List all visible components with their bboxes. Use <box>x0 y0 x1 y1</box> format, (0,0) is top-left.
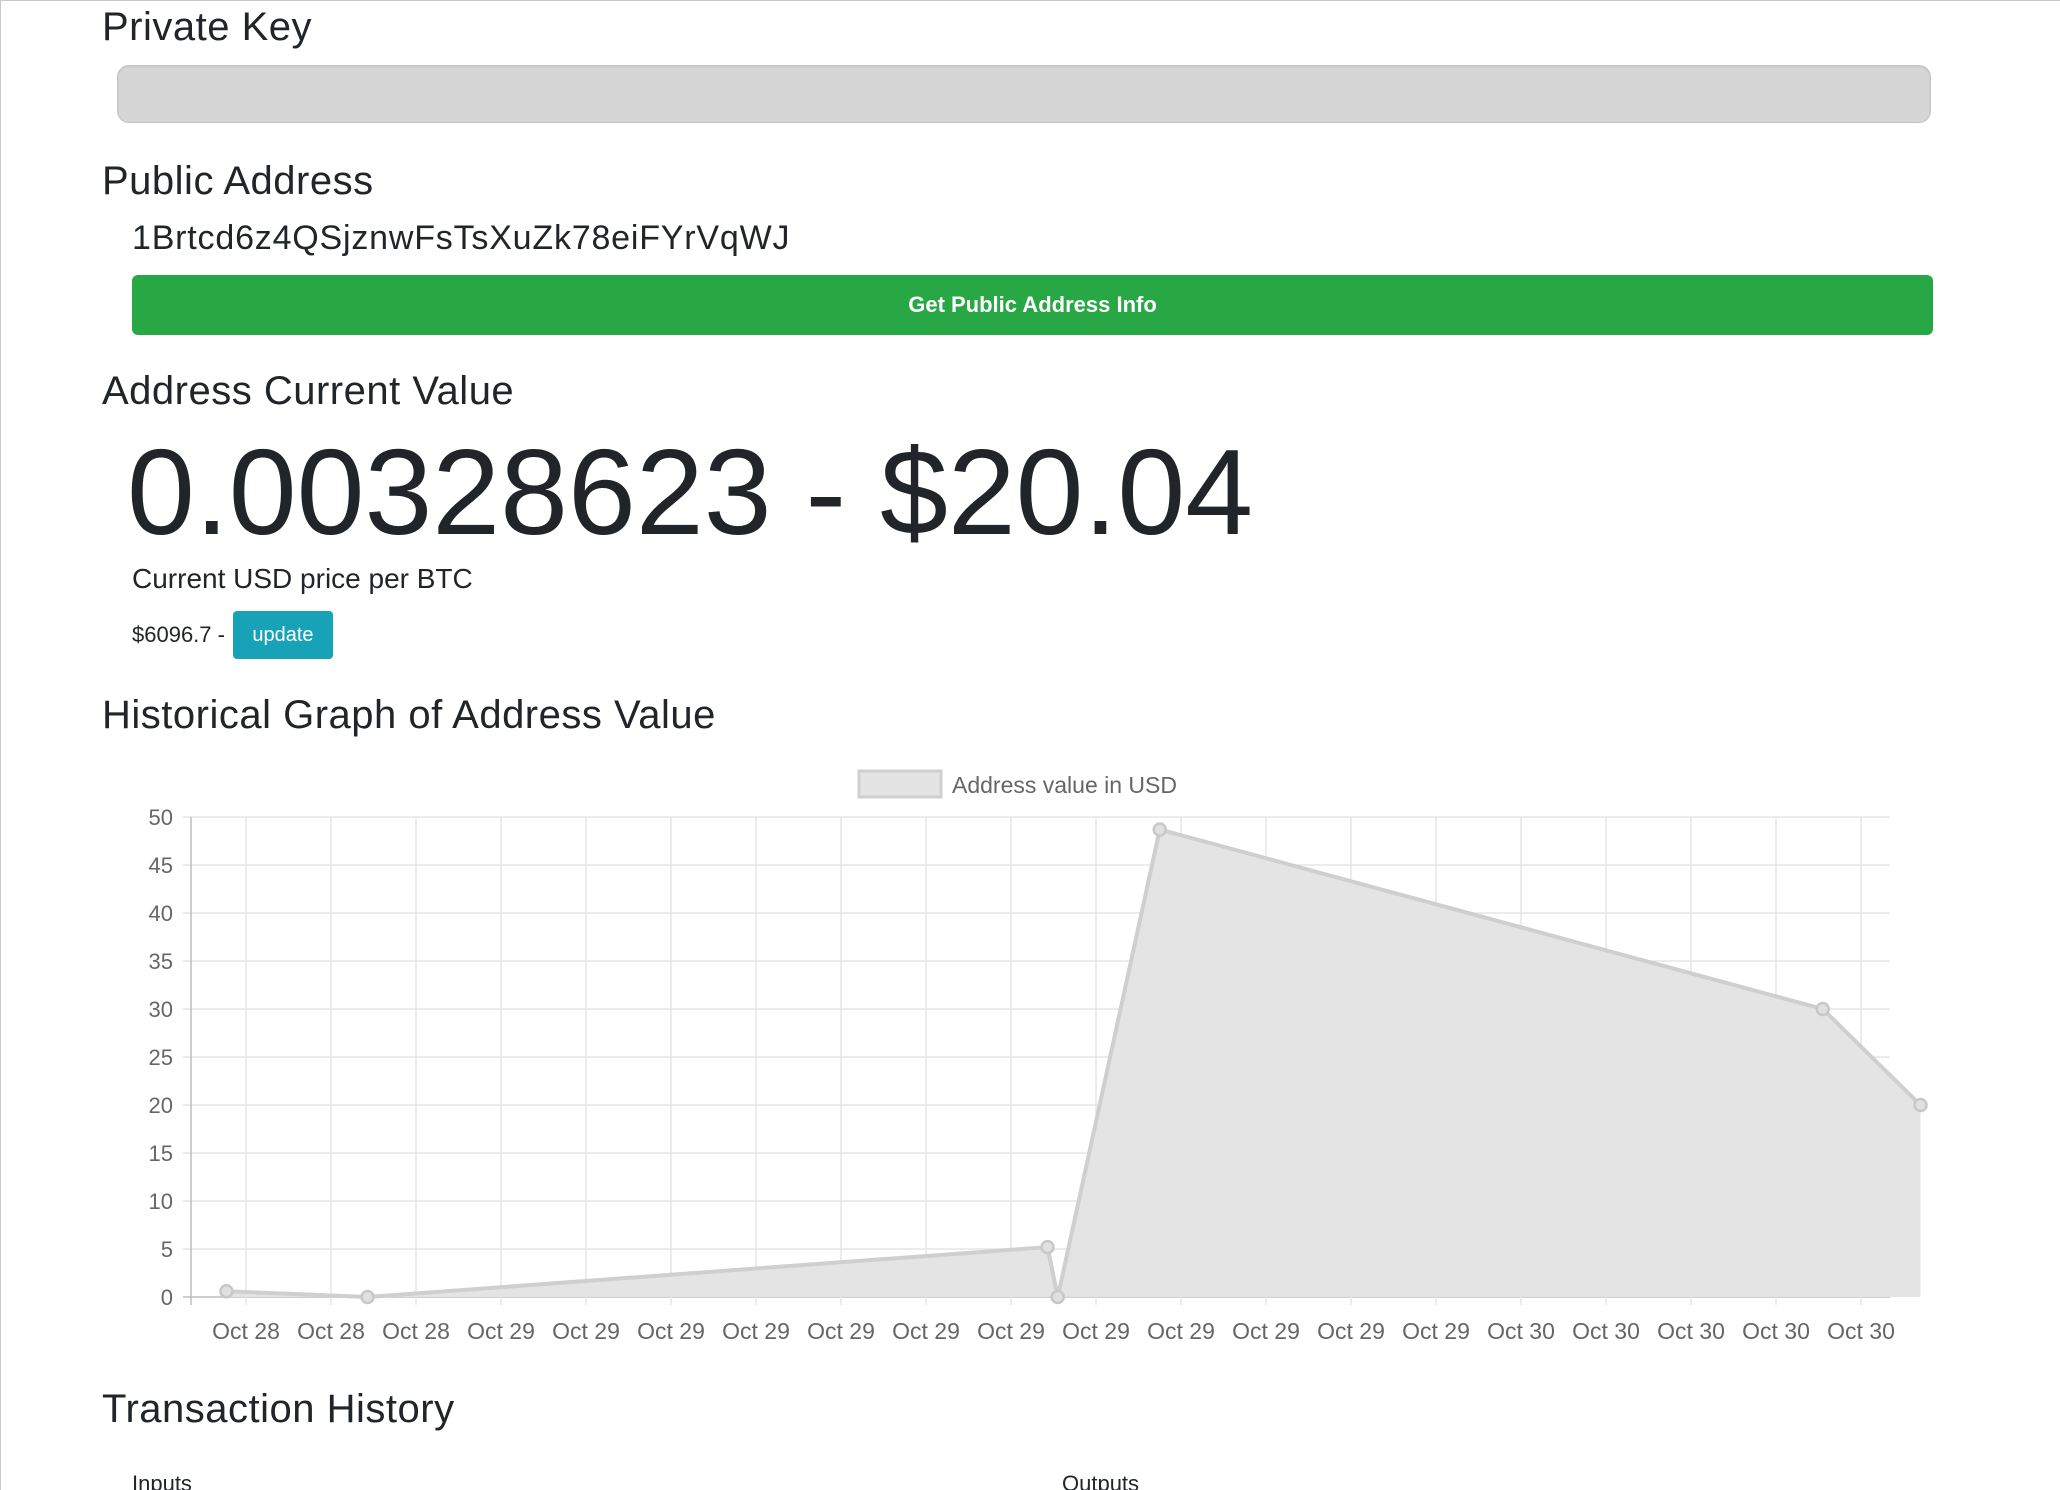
chart-data-point <box>1040 1239 1055 1255</box>
chart-y-tick-label: 10 <box>149 1189 173 1214</box>
chart-area-fill <box>226 829 1921 1297</box>
chart-x-tick-label: Oct 28 <box>212 1318 280 1344</box>
chart-series-line <box>226 827 1922 1300</box>
outputs-column-header: Outputs <box>1062 1471 1140 1490</box>
chart-x-tick-label: Oct 29 <box>1062 1318 1130 1344</box>
public-address-heading: Public Address <box>102 159 374 203</box>
chart-x-tick-label: Oct 30 <box>1572 1318 1640 1344</box>
chart-x-tick-label: Oct 28 <box>297 1318 365 1344</box>
chart-legend: Address value in USD <box>857 769 1177 799</box>
update-price-button[interactable]: update <box>232 611 333 659</box>
chart-data-point <box>1815 1001 1830 1017</box>
chart-x-tick-label: Oct 29 <box>977 1318 1045 1344</box>
chart-x-tick-label: Oct 29 <box>722 1318 790 1344</box>
chart-x-tick-label: Oct 29 <box>1232 1318 1300 1344</box>
chart-x-tick-label: Oct 30 <box>1487 1318 1555 1344</box>
chart-x-tick-label: Oct 29 <box>1402 1318 1470 1344</box>
chart-data-point <box>1050 1289 1065 1305</box>
chart-y-tick-label: 35 <box>149 949 173 974</box>
chart-x-tick-label: Oct 29 <box>552 1318 620 1344</box>
chart-data-point <box>360 1289 375 1305</box>
legend-label: Address value in USD <box>952 772 1177 798</box>
chart-data-point <box>219 1283 234 1299</box>
chart-points <box>219 822 1928 1305</box>
chart-y-tick-label: 40 <box>149 901 173 926</box>
transaction-history-heading: Transaction History <box>102 1387 455 1431</box>
chart-y-axis-labels: 0 5 10 15 20 25 30 35 40 45 50 <box>149 805 173 1310</box>
chart-x-tick-label: Oct 30 <box>1827 1318 1895 1344</box>
chart-x-tick-label: Oct 30 <box>1657 1318 1725 1344</box>
chart-x-tick-label: Oct 29 <box>467 1318 535 1344</box>
chart-data-point <box>1152 822 1167 837</box>
chart-x-tick-label: Oct 29 <box>892 1318 960 1344</box>
chart-area-layer <box>226 827 1922 1300</box>
usd-price-label: Current USD price per BTC <box>132 563 473 594</box>
usd-price-value: $6096.7 - <box>132 622 225 647</box>
chart-y-tick-label: 0 <box>161 1285 173 1310</box>
chart-y-tick-label: 20 <box>149 1093 173 1118</box>
chart-y-tick-label: 15 <box>149 1141 173 1166</box>
chart-data-point <box>1913 1097 1928 1113</box>
current-value-heading: Address Current Value <box>102 369 515 413</box>
chart-x-tick-label: Oct 28 <box>382 1318 450 1344</box>
historical-graph-heading: Historical Graph of Address Value <box>102 693 716 737</box>
chart-y-tick-label: 30 <box>149 997 173 1022</box>
chart-x-tick-label: Oct 29 <box>637 1318 705 1344</box>
chart-grid <box>183 816 1890 1305</box>
get-public-address-info-button[interactable]: Get Public Address Info <box>132 275 1933 335</box>
usd-price-row: $6096.7 - update <box>132 611 333 659</box>
public-address-value: 1Brtcd6z4QSjznwFsTsXuZk78eiFYrVqWJ <box>132 219 791 257</box>
chart-y-tick-label: 45 <box>149 853 173 878</box>
address-value-display: 0.00328623 - $20.04 <box>127 424 1254 560</box>
private-key-heading: Private Key <box>102 5 313 49</box>
page: Private Key Public Address 1Brtcd6z4QSjz… <box>0 0 2060 1490</box>
chart-x-axis-labels: Oct 28 Oct 28 Oct 28 Oct 29 Oct 29 Oct 29 Oct … <box>212 1318 1895 1344</box>
chart-y-tick-label: 5 <box>161 1237 173 1262</box>
chart-x-tick-label: Oct 30 <box>1742 1318 1810 1344</box>
legend-swatch <box>857 769 943 799</box>
chart-x-tick-label: Oct 29 <box>1317 1318 1385 1344</box>
chart-y-tick-label: 50 <box>149 805 173 830</box>
chart-y-tick-label: 25 <box>149 1045 173 1070</box>
private-key-input[interactable] <box>117 65 1931 123</box>
chart-x-tick-label: Oct 29 <box>807 1318 875 1344</box>
inputs-column-header: Inputs <box>132 1471 192 1490</box>
chart-x-tick-label: Oct 29 <box>1147 1318 1215 1344</box>
